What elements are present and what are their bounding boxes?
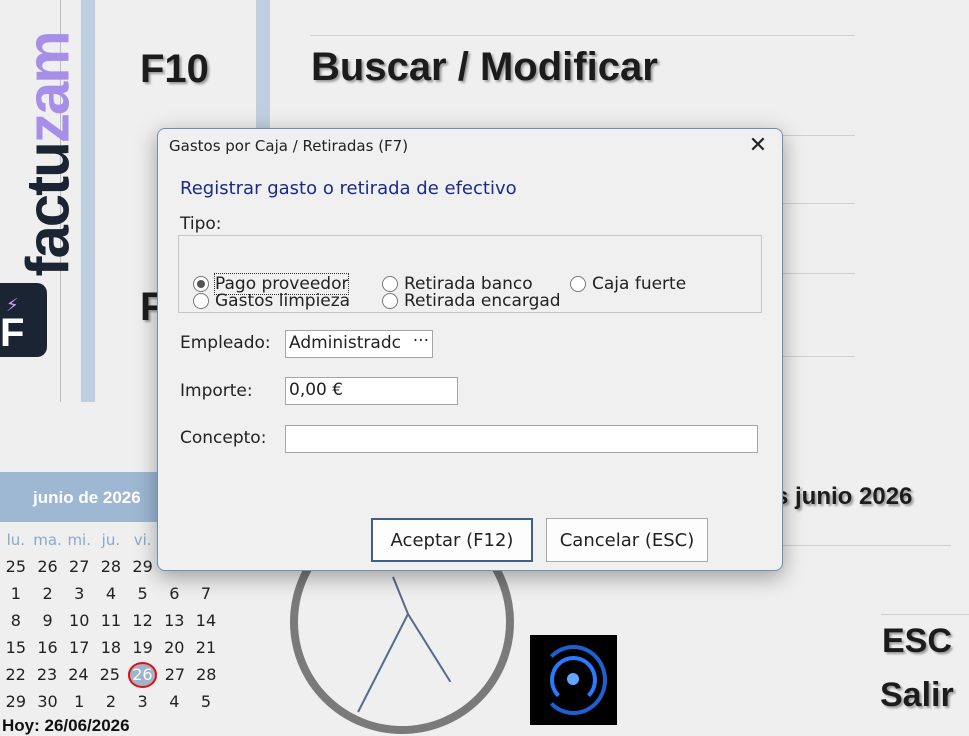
calendar-week: 15 16 17 18 19 20 21 — [0, 634, 222, 661]
expense-dialog: Gastos por Caja / Retiradas (F7) ✕ Regis… — [157, 128, 783, 571]
calendar-month-title: junio de 2026 — [33, 488, 141, 507]
divider — [783, 273, 855, 274]
weekday: ju. — [101, 530, 121, 549]
clock-hand — [357, 613, 409, 713]
divider — [783, 203, 855, 204]
divider — [783, 545, 951, 546]
concepto-label: Concepto: — [180, 428, 267, 448]
calendar-day[interactable]: 28 — [95, 557, 127, 576]
date-text: s junio 2026 — [775, 483, 913, 510]
logo-panel: factuzam ⚡ F — [0, 0, 82, 402]
calendar-week: 1234567 — [0, 580, 222, 607]
radio-icon[interactable] — [570, 276, 586, 292]
radio-retirada-encargado[interactable]: Retirada encargad — [382, 291, 570, 311]
more-icon: ··· — [412, 331, 429, 351]
concepto-input[interactable] — [285, 425, 758, 453]
calendar-week: 22 23 24 25 26 27 28 — [0, 661, 222, 688]
weekday: ma. — [33, 530, 62, 549]
radio-icon[interactable] — [193, 293, 209, 309]
radio-selected-icon[interactable] — [193, 276, 209, 292]
radio-caja-fuerte[interactable]: Caja fuerte — [570, 274, 686, 294]
dialog-heading: Registrar gasto o retirada de efectivo — [180, 178, 517, 199]
calendar-day[interactable]: 29 — [127, 557, 159, 576]
divider — [783, 356, 855, 357]
calendar-day[interactable]: 12 — [127, 611, 159, 630]
calendar-day[interactable]: 7 — [190, 584, 222, 603]
calendar-day[interactable]: 1 — [63, 692, 95, 711]
calendar-day[interactable]: 20 — [158, 638, 190, 657]
calendar-day[interactable]: 2 — [32, 584, 64, 603]
calendar-day[interactable]: 13 — [158, 611, 190, 630]
calendar-day[interactable]: 18 — [95, 638, 127, 657]
calendar-day[interactable]: 5 — [127, 584, 159, 603]
exit-label[interactable]: Salir — [880, 676, 954, 715]
today-text: Hoy: 26/06/2026 — [2, 716, 130, 735]
empleado-select[interactable]: Administradc ··· — [285, 330, 433, 358]
calendar-day[interactable]: 24 — [63, 665, 94, 684]
calendar-day[interactable]: 26 — [127, 661, 158, 688]
divider-bar — [81, 0, 95, 402]
divider — [310, 35, 855, 36]
calendar-day[interactable]: 22 — [0, 665, 31, 684]
f10-key-label[interactable]: F10 — [140, 47, 209, 92]
radio-icon[interactable] — [382, 293, 398, 309]
search-modify-label[interactable]: Buscar / Modificar — [311, 45, 658, 90]
calendar-week: 8 9 10 11 12 13 14 — [0, 607, 222, 634]
calendar-day[interactable]: 16 — [32, 638, 64, 657]
calendar-day[interactable]: 17 — [63, 638, 95, 657]
importe-input[interactable]: 0,00 € — [285, 377, 458, 405]
calendar-day[interactable]: 21 — [190, 638, 222, 657]
calendar-day[interactable]: 25 — [0, 557, 32, 576]
calendar-day[interactable]: 10 — [63, 611, 95, 630]
calendar-day[interactable]: 6 — [158, 584, 190, 603]
calendar-day[interactable]: 1 — [0, 584, 32, 603]
calendar-day[interactable]: 19 — [127, 638, 159, 657]
clock-hand — [407, 613, 452, 683]
calendar-day[interactable]: 9 — [32, 611, 64, 630]
dialog-title: Gastos por Caja / Retiradas (F7) — [169, 137, 409, 155]
calendar-day[interactable]: 8 — [0, 611, 32, 630]
weekday: mi. — [67, 530, 91, 549]
calendar-day[interactable]: 3 — [127, 692, 159, 711]
calendar-day[interactable]: 4 — [158, 692, 190, 711]
calendar-day[interactable]: 23 — [31, 665, 62, 684]
weekday: lu. — [6, 530, 26, 549]
accept-button[interactable]: Aceptar (F12) — [371, 518, 533, 562]
calendar-day[interactable]: 25 — [94, 665, 125, 684]
loading-spinner-icon — [530, 635, 617, 725]
close-icon[interactable]: ✕ — [746, 133, 770, 159]
divider — [783, 135, 855, 136]
radio-icon[interactable] — [382, 276, 398, 292]
calendar-day[interactable]: 5 — [190, 692, 222, 711]
esc-key-label[interactable]: ESC — [882, 622, 952, 661]
tipo-radio-group: Pago proveedor Retirada banco Caja fuert… — [178, 235, 762, 313]
calendar-day[interactable]: 2 — [95, 692, 127, 711]
calendar-day[interactable]: 27 — [159, 665, 190, 684]
calendar-day[interactable]: 11 — [95, 611, 127, 630]
calendar-day[interactable]: 28 — [191, 665, 222, 684]
calendar-day[interactable]: 29 — [0, 692, 32, 711]
calendar-day[interactable]: 27 — [63, 557, 95, 576]
divider — [881, 614, 969, 615]
radio-gastos-limpieza[interactable]: Gastos limpieza — [193, 291, 350, 311]
calendar-day[interactable]: 14 — [190, 611, 222, 630]
logo-badge: ⚡ F — [0, 283, 47, 357]
tipo-label: Tipo: — [180, 214, 222, 234]
calendar-day[interactable]: 4 — [95, 584, 127, 603]
cancel-button[interactable]: Cancelar (ESC) — [546, 518, 708, 562]
app-logo: factuzam — [14, 32, 82, 277]
calendar-day[interactable]: 30 — [32, 692, 64, 711]
calendar-day[interactable]: 3 — [63, 584, 95, 603]
clock-hand — [392, 576, 409, 615]
calendar-day[interactable]: 26 — [32, 557, 64, 576]
calendar-day[interactable]: 15 — [0, 638, 32, 657]
empleado-label: Empleado: — [180, 333, 271, 353]
calendar-week: 29 30 1 2 3 4 5 — [0, 688, 222, 715]
weekday: vi. — [133, 530, 152, 549]
importe-label: Importe: — [180, 381, 253, 401]
